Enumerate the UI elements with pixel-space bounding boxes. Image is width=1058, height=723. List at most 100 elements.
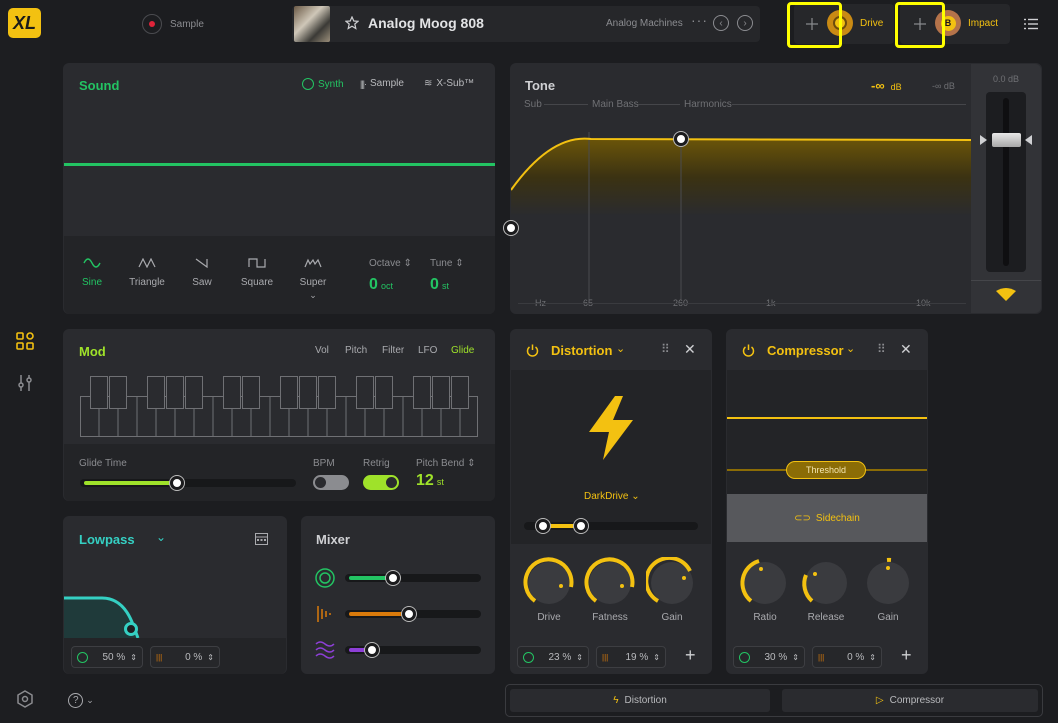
compressor-ratio-knob[interactable] xyxy=(739,557,791,609)
bpm-toggle[interactable] xyxy=(313,475,349,490)
compressor-dropdown-icon[interactable]: ⌄ xyxy=(846,342,855,355)
octave-control[interactable]: Octave ⇕ xyxy=(369,258,412,269)
keyboard[interactable] xyxy=(80,376,478,437)
distortion-range-low-thumb[interactable] xyxy=(536,519,550,533)
pitch-bend-control[interactable]: Pitch Bend ⇕ xyxy=(416,458,476,469)
mixer-sample-fill xyxy=(349,612,409,616)
tone-sub-handle[interactable] xyxy=(504,221,518,235)
compressor-gain-knob[interactable] xyxy=(862,557,914,609)
sliders-icon[interactable] xyxy=(14,372,36,394)
threshold-handle[interactable]: Threshold xyxy=(786,461,866,479)
mod-tab-vol[interactable]: Vol xyxy=(315,345,329,356)
settings-hex-icon[interactable] xyxy=(14,688,36,710)
lowpass-dropdown-icon[interactable]: ⌄ xyxy=(156,530,166,544)
lowpass-synth-stepper[interactable]: 50 % ⇕ xyxy=(71,646,143,668)
mixer-xsub-thumb[interactable] xyxy=(365,643,379,657)
chevron-down-icon[interactable]: ⌄ xyxy=(288,290,338,301)
tab-xsub[interactable]: ≋ X-Sub™ xyxy=(424,78,474,89)
compressor-synth-stepper[interactable]: 30 % ⇕ xyxy=(733,646,805,668)
mod-tab-lfo[interactable]: LFO xyxy=(418,345,437,356)
pitch-bend-value-group[interactable]: 12 st xyxy=(416,472,444,490)
list-menu-icon[interactable] xyxy=(1022,15,1040,33)
octave-value-group[interactable]: 0 oct xyxy=(369,276,393,294)
distortion-gain-knob[interactable] xyxy=(646,557,698,609)
distortion-synth-stepper[interactable]: 23 % ⇕ xyxy=(517,646,589,668)
distortion-type-selector[interactable]: DarkDrive ⌄ xyxy=(584,491,640,502)
synth-icon xyxy=(523,651,534,663)
distortion-power-icon[interactable] xyxy=(524,342,540,358)
synth-icon xyxy=(77,651,88,663)
distortion-add-icon[interactable]: + xyxy=(685,645,696,666)
preset-category[interactable]: Analog Machines xyxy=(606,18,683,29)
app-logo[interactable]: XL xyxy=(8,8,41,38)
more-options-icon[interactable]: ··· xyxy=(691,12,708,28)
next-preset-button[interactable]: › xyxy=(737,15,753,31)
chain-distortion-button[interactable]: ϟ Distortion xyxy=(510,689,770,712)
tone-eq-curve[interactable] xyxy=(511,112,971,302)
wave-saw[interactable]: Saw xyxy=(177,258,227,288)
octave-label: Octave xyxy=(369,258,401,269)
lowpass-curve[interactable] xyxy=(64,592,286,638)
wave-super-label: Super xyxy=(299,277,327,288)
distortion-close-icon[interactable]: ✕ xyxy=(684,341,696,358)
impact-label[interactable]: Impact xyxy=(968,18,998,29)
lowpass-calculator-icon[interactable] xyxy=(253,531,269,547)
lowpass-cutoff-handle[interactable] xyxy=(124,622,138,636)
tune-value-group[interactable]: 0 st xyxy=(430,276,449,294)
wave-triangle[interactable]: Triangle xyxy=(122,257,172,288)
compressor-power-icon[interactable] xyxy=(740,342,756,358)
meter-fader-handle[interactable] xyxy=(992,133,1021,147)
compressor-title[interactable]: Compressor xyxy=(767,343,844,358)
preset-bar[interactable] xyxy=(292,6,760,42)
tone-db-readout[interactable]: -∞ dB xyxy=(871,78,902,93)
compressor-close-icon[interactable]: ✕ xyxy=(900,341,912,358)
glide-time-thumb[interactable] xyxy=(170,476,184,490)
distortion-drive-knob[interactable] xyxy=(523,557,575,609)
wave-square[interactable]: Square xyxy=(232,258,282,288)
mod-tab-pitch[interactable]: Pitch xyxy=(345,345,367,356)
pitch-bend-updown-icon: ⇕ xyxy=(467,458,476,469)
chain-compressor-button[interactable]: ▷ Compressor xyxy=(782,689,1038,712)
compressor-stepper2-value: 0 % xyxy=(847,651,865,663)
distortion-title[interactable]: Distortion xyxy=(551,343,612,358)
distortion-dropdown-icon[interactable]: ⌄ xyxy=(616,342,625,355)
wave-super[interactable]: Super ⌄ xyxy=(288,258,338,301)
distortion-range-high-thumb[interactable] xyxy=(574,519,588,533)
mod-tab-filter[interactable]: Filter xyxy=(382,345,404,356)
sidechain-area[interactable]: ⊂⊃ Sidechain xyxy=(727,494,927,542)
lowpass-sample-stepper[interactable]: ||| 0 % ⇕ xyxy=(150,646,220,668)
distortion-fatness-knob[interactable] xyxy=(584,557,636,609)
compressor-gain-label: Gain xyxy=(877,612,899,623)
compressor-drag-icon[interactable]: ⠿ xyxy=(877,342,886,356)
sound-title: Sound xyxy=(79,78,120,93)
grid-icon[interactable] xyxy=(14,330,36,352)
favorite-star-icon[interactable] xyxy=(343,14,361,32)
wave-sine[interactable]: Sine xyxy=(67,258,117,288)
meter-slot xyxy=(1003,98,1009,266)
lowpass-title[interactable]: Lowpass xyxy=(79,532,135,547)
sound-waveform-line xyxy=(64,163,495,166)
mixer-sample-thumb[interactable] xyxy=(402,607,416,621)
tune-control[interactable]: Tune ⇕ xyxy=(430,258,464,269)
stepper-updown-icon: ⇕ xyxy=(130,652,137,662)
tab-sample[interactable]: |||· Sample xyxy=(360,78,404,89)
previous-preset-button[interactable]: ‹ xyxy=(713,15,729,31)
distortion-drag-icon[interactable]: ⠿ xyxy=(661,342,670,356)
drive-label[interactable]: Drive xyxy=(860,18,883,29)
record-sample-button[interactable]: Sample xyxy=(142,13,222,35)
drive-move-highlight xyxy=(787,2,842,48)
wifi-output-icon[interactable] xyxy=(993,286,1019,302)
compressor-sample-stepper[interactable]: ||| 0 % ⇕ xyxy=(812,646,882,668)
compressor-add-icon[interactable]: + xyxy=(901,645,912,666)
help-icon[interactable]: ? ⌄ xyxy=(66,691,96,709)
band-divider-2 xyxy=(638,104,680,105)
mod-tab-glide[interactable]: Glide xyxy=(451,345,474,356)
retrig-toggle[interactable] xyxy=(363,475,399,490)
compressor-release-knob[interactable] xyxy=(800,557,852,609)
distortion-sample-stepper[interactable]: ||| 19 % ⇕ xyxy=(596,646,666,668)
preset-name[interactable]: Analog Moog 808 xyxy=(368,15,484,31)
retrig-label: Retrig xyxy=(363,458,390,469)
tone-main-handle[interactable] xyxy=(674,132,688,146)
tab-synth[interactable]: Synth xyxy=(302,78,344,90)
mixer-synth-thumb[interactable] xyxy=(386,571,400,585)
